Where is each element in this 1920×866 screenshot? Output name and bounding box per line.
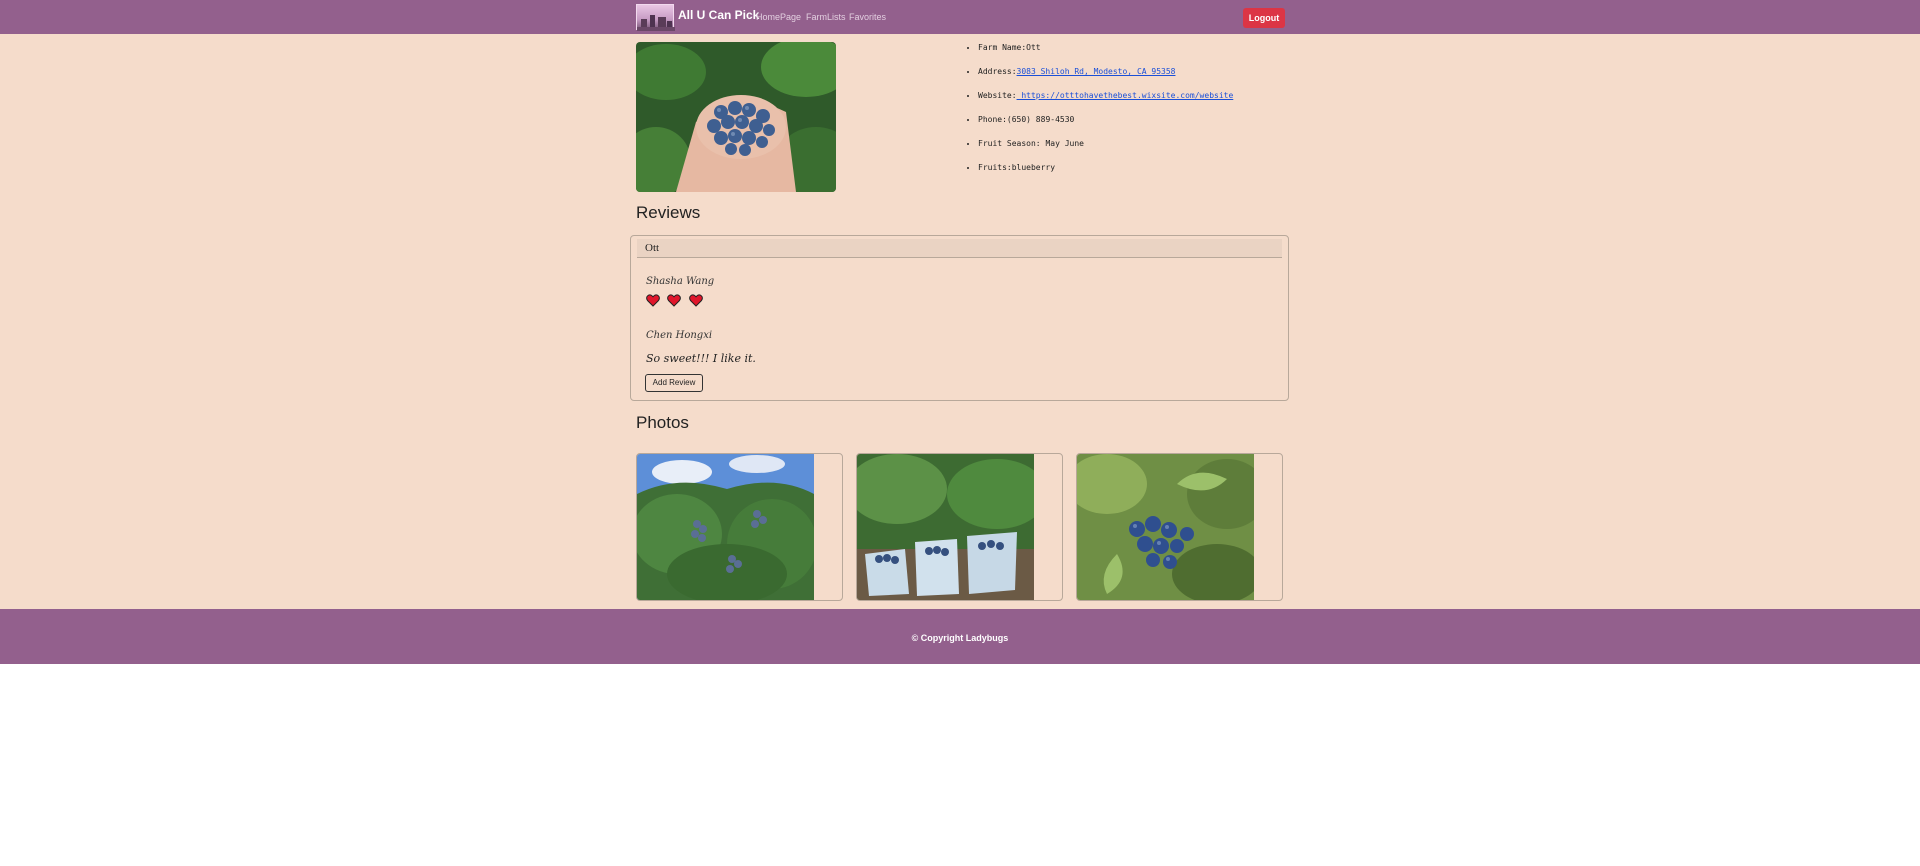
farm-website-link[interactable]: https://otttohavethebest.wixsite.com/web… bbox=[1017, 91, 1233, 100]
fruits-label: Fruits: bbox=[978, 163, 1012, 172]
photo-card[interactable] bbox=[856, 453, 1063, 601]
footer: © Copyright Ladybugs bbox=[0, 609, 1920, 664]
brand-name[interactable]: All U Can Pick bbox=[678, 8, 759, 22]
farm-phone-item: Phone:(650) 889-4530 bbox=[978, 108, 1233, 132]
fruit-season-label: Fruit Season: bbox=[978, 139, 1041, 148]
farm-hero-image bbox=[636, 42, 836, 192]
farm-address-label: Address: bbox=[978, 67, 1017, 76]
farm-address-link[interactable]: 3083 Shiloh Rd, Modesto, CA 95358 bbox=[1017, 67, 1176, 76]
review-text: So sweet!!! I like it. bbox=[646, 352, 756, 365]
farm-name-item: Farm Name:Ott bbox=[978, 36, 1233, 60]
farm-name-label: Farm Name: bbox=[978, 43, 1027, 52]
blueberry-cluster-photo bbox=[1077, 454, 1267, 600]
copyright-text: © Copyright Ladybugs bbox=[911, 633, 1009, 643]
berry-boxes-photo bbox=[857, 454, 1047, 600]
photo-card[interactable] bbox=[1076, 453, 1283, 601]
fruits-item: Fruits:blueberry bbox=[978, 156, 1233, 180]
reviews-title: Reviews bbox=[636, 203, 701, 222]
brand-logo[interactable] bbox=[636, 4, 675, 31]
farm-phone-value: (650) 889-4530 bbox=[1006, 115, 1075, 124]
farm-address-item: Address:3083 Shiloh Rd, Modesto, CA 9535… bbox=[978, 60, 1233, 84]
nav-link-favorites[interactable]: Favorites bbox=[849, 12, 886, 22]
farm-website-item: Website: https://otttohavethebest.wixsit… bbox=[978, 84, 1233, 108]
photos-title: Photos bbox=[636, 413, 689, 432]
heart-icon bbox=[667, 294, 682, 312]
photo-card[interactable] bbox=[636, 453, 843, 601]
add-review-button[interactable]: Add Review bbox=[645, 374, 703, 392]
fruit-season-value: May June bbox=[1040, 139, 1084, 148]
rating-hearts bbox=[646, 294, 706, 308]
reviews-panel: Ott Shasha Wang Chen Hongxi So sweet!!! … bbox=[630, 235, 1289, 401]
reviews-header: Ott bbox=[637, 239, 1282, 258]
navbar: All U Can Pick HomePage FarmLists Favori… bbox=[0, 0, 1920, 34]
logout-button[interactable]: Logout bbox=[1243, 8, 1285, 28]
fruit-season-item: Fruit Season: May June bbox=[978, 132, 1233, 156]
farm-info-list: Farm Name:Ott Address:3083 Shiloh Rd, Mo… bbox=[962, 36, 1233, 180]
heart-icon bbox=[646, 294, 660, 312]
farm-website-label: Website: bbox=[978, 91, 1017, 100]
reviewer-name: Shasha Wang bbox=[646, 276, 715, 287]
reviewer-name: Chen Hongxi bbox=[646, 330, 713, 341]
heart-icon bbox=[689, 294, 703, 312]
nav-link-homepage[interactable]: HomePage bbox=[756, 12, 801, 22]
farm-name-value: Ott bbox=[1026, 43, 1041, 52]
nav-link-farmlists[interactable]: FarmLists bbox=[806, 12, 846, 22]
farm-phone-label: Phone: bbox=[978, 115, 1007, 124]
fruits-value: blueberry bbox=[1011, 163, 1056, 172]
blueberry-bush-photo bbox=[637, 454, 817, 600]
